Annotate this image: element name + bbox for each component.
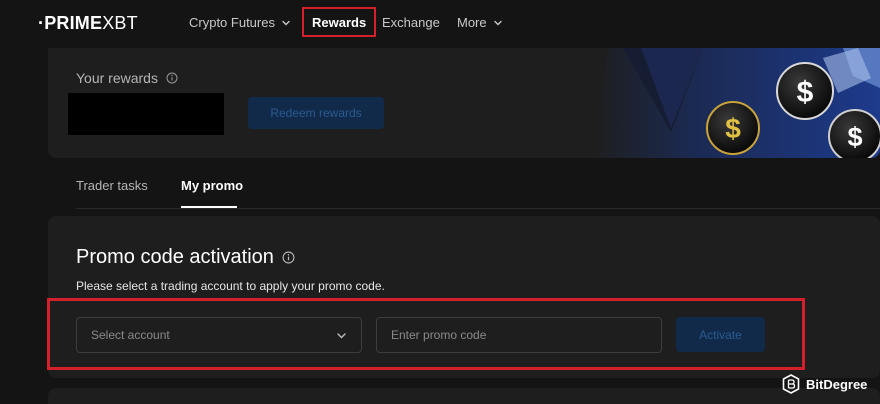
- promo-title-text: Promo code activation: [76, 246, 274, 268]
- nav-item-crypto-futures[interactable]: Crypto Futures: [189, 15, 291, 30]
- promo-code-input[interactable]: [376, 317, 662, 353]
- redeem-rewards-button[interactable]: Redeem rewards: [248, 97, 384, 129]
- select-account-placeholder: Select account: [91, 328, 170, 342]
- tabs-divider: [76, 208, 880, 209]
- nav-item-label: More: [457, 15, 487, 30]
- logo-text-bold: ·PRIME: [38, 13, 103, 33]
- redacted-rewards-balance: [68, 93, 224, 135]
- next-section-card: [48, 388, 880, 404]
- logo-text-light: XBT: [102, 13, 138, 33]
- bitdegree-logo-icon: [782, 374, 800, 394]
- bitdegree-watermark: BitDegree: [782, 374, 867, 394]
- chevron-down-icon: [493, 20, 502, 25]
- nav-item-label: Exchange: [382, 15, 440, 30]
- promo-subtitle: Please select a trading account to apply…: [76, 279, 385, 293]
- nav-item-exchange[interactable]: Exchange: [382, 15, 440, 30]
- rewards-summary-card: Your rewards Redeem rewards $ $ $: [48, 48, 880, 158]
- tab-my-promo[interactable]: My promo: [181, 178, 243, 193]
- rewards-title: Your rewards: [76, 70, 178, 86]
- coin-icon: $: [828, 109, 880, 158]
- activate-button[interactable]: Activate: [676, 317, 765, 352]
- info-icon[interactable]: [166, 72, 178, 84]
- rewards-title-text: Your rewards: [76, 70, 158, 86]
- nav-item-more[interactable]: More: [457, 15, 503, 30]
- svg-text:$: $: [847, 122, 862, 152]
- svg-text:$: $: [725, 113, 741, 144]
- select-account-dropdown[interactable]: Select account: [76, 317, 362, 353]
- coin-icon: $: [706, 101, 760, 155]
- prime-xbt-logo[interactable]: ·PRIME XBT: [38, 13, 138, 34]
- coins-illustration: $ $ $: [593, 48, 880, 158]
- tab-trader-tasks[interactable]: Trader tasks: [76, 178, 148, 193]
- top-navigation: ·PRIME XBT Crypto Futures Rewards Exchan…: [0, 0, 880, 46]
- coin-icon: $: [776, 62, 834, 120]
- info-icon[interactable]: [282, 251, 295, 264]
- chevron-down-icon: [337, 332, 346, 338]
- promo-code-card: Promo code activation Please select a tr…: [47, 216, 880, 378]
- chevron-down-icon: [282, 20, 290, 25]
- nav-item-label: Rewards: [312, 14, 367, 30]
- nav-item-label: Crypto Futures: [189, 15, 275, 30]
- svg-text:$: $: [797, 76, 814, 109]
- watermark-text: BitDegree: [806, 376, 868, 392]
- promo-title: Promo code activation: [76, 246, 295, 269]
- nav-item-rewards[interactable]: Rewards: [302, 7, 377, 37]
